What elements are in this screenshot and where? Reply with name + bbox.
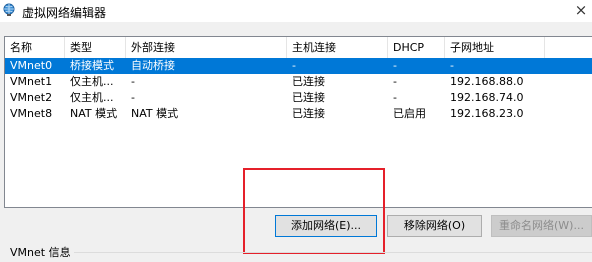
table-header: 名称 类型 外部连接 主机连接 DHCP 子网地址 <box>5 37 592 58</box>
column-header-host[interactable]: 主机连接 <box>287 37 388 58</box>
cell-name: VMnet0 <box>10 59 53 72</box>
table-row[interactable]: VMnet2 仅主机... - 已连接 - 192.168.74.0 <box>5 90 592 106</box>
cell-type: 仅主机... <box>70 91 114 104</box>
rename-network-button[interactable]: 重命名网络(W)... <box>491 215 592 237</box>
virtual-network-editor-window: 虚拟网络编辑器 × 名称 类型 外部连接 主机连接 DHCP 子网地址 VMne… <box>0 0 592 262</box>
cell-external: - <box>131 91 135 104</box>
cell-host: 已连接 <box>292 91 325 104</box>
column-header-subnet[interactable]: 子网地址 <box>445 37 545 58</box>
cell-name: VMnet1 <box>10 75 53 88</box>
cell-dhcp: 已启用 <box>393 107 426 120</box>
cell-name: VMnet2 <box>10 91 53 104</box>
table-row[interactable]: VMnet1 仅主机... - 已连接 - 192.168.88.0 <box>5 74 592 90</box>
cell-external: - <box>131 75 135 88</box>
column-header-name[interactable]: 名称 <box>5 37 65 58</box>
cell-dhcp: - <box>393 91 397 104</box>
cell-type: 仅主机... <box>70 75 114 88</box>
cell-name: VMnet8 <box>10 107 53 120</box>
window-title: 虚拟网络编辑器 <box>22 6 107 20</box>
network-globe-icon <box>2 3 16 17</box>
cell-type: NAT 模式 <box>70 107 118 120</box>
cell-type: 桥接模式 <box>70 59 114 72</box>
column-header-filler <box>545 37 592 58</box>
column-header-external[interactable]: 外部连接 <box>126 37 287 58</box>
cell-dhcp: - <box>393 75 397 88</box>
table-row[interactable]: VMnet0 桥接模式 自动桥接 - - - <box>5 58 592 74</box>
cell-subnet: 192.168.88.0 <box>450 75 524 88</box>
title-bar: 虚拟网络编辑器 × <box>0 0 592 22</box>
cell-dhcp: - <box>393 59 397 72</box>
cell-subnet: 192.168.74.0 <box>450 91 524 104</box>
group-divider <box>74 252 592 253</box>
cell-subnet: - <box>450 59 454 72</box>
cell-host: - <box>292 59 296 72</box>
close-icon[interactable]: × <box>570 0 592 22</box>
column-header-dhcp[interactable]: DHCP <box>388 37 445 58</box>
cell-host: 已连接 <box>292 107 325 120</box>
cell-external: 自动桥接 <box>131 59 175 72</box>
table-row[interactable]: VMnet8 NAT 模式 NAT 模式 已连接 已启用 192.168.23.… <box>5 106 592 122</box>
column-header-type[interactable]: 类型 <box>65 37 126 58</box>
cell-host: 已连接 <box>292 75 325 88</box>
annotation-highlight-box <box>243 168 385 254</box>
remove-network-button[interactable]: 移除网络(O) <box>387 215 482 237</box>
vmnet-info-group-label: VMnet 信息 <box>10 246 71 259</box>
cell-subnet: 192.168.23.0 <box>450 107 524 120</box>
cell-external: NAT 模式 <box>131 107 179 120</box>
